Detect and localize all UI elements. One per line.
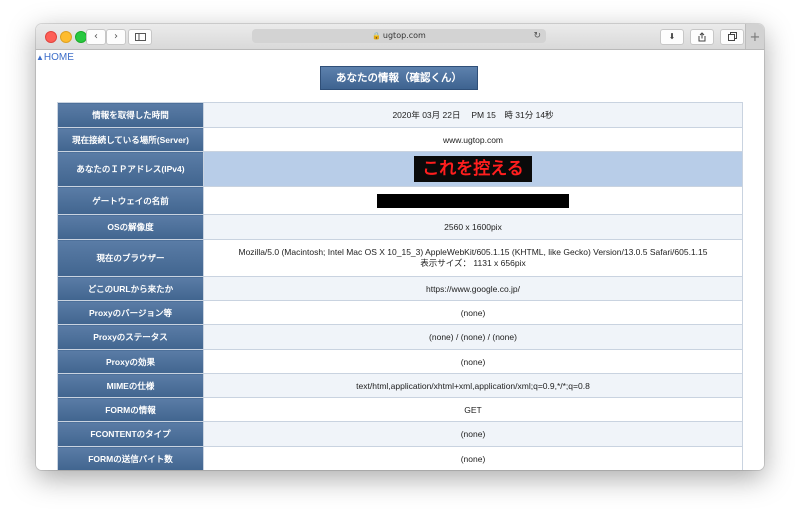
- share-icon: [698, 32, 706, 42]
- back-button[interactable]: ‹: [86, 29, 106, 45]
- row-value: (none): [203, 349, 743, 374]
- row-value: GET: [203, 397, 743, 422]
- redaction-bar: [377, 193, 569, 208]
- triangle-up-icon: ▲: [36, 53, 44, 62]
- minimize-window-button[interactable]: [60, 31, 72, 43]
- table-row: 情報を取得した時間 2020年 03月 22日 PM 15 時 31分 14秒: [57, 102, 743, 128]
- row-label: Proxyのステータス: [57, 324, 204, 350]
- row-value: (none): [203, 300, 743, 325]
- table-row: MIMEの仕様 text/html,application/xhtml+xml,…: [57, 373, 743, 398]
- close-window-button[interactable]: [45, 31, 57, 43]
- table-row: FORMの情報 GET: [57, 397, 743, 422]
- lock-icon: 🔒: [372, 32, 381, 40]
- share-button[interactable]: [690, 29, 714, 45]
- browser-window: ‹ › 🔒 ugtop.com ↻ ⬇ + ▲HOME あなたの情報（確認くん） …: [36, 24, 764, 470]
- ip-annotation: これを控える: [414, 156, 532, 182]
- row-label: あなたのＩＰアドレス(IPv4): [57, 151, 204, 187]
- browser-value-cell: Mozilla/5.0 (Macintosh; Intel Mac OS X 1…: [203, 239, 743, 277]
- sidebar-icon: [134, 33, 146, 41]
- row-label: OSの解像度: [57, 214, 204, 240]
- row-value: (none) / (none) / (none): [203, 324, 743, 350]
- table-row: Proxyのステータス (none) / (none) / (none): [57, 324, 743, 350]
- reload-icon[interactable]: ↻: [533, 29, 541, 43]
- sidebar-button[interactable]: [128, 29, 152, 45]
- table-row: Proxyのバージョン等 (none): [57, 300, 743, 325]
- home-link[interactable]: ▲HOME: [36, 52, 74, 63]
- row-label: ゲートウェイの名前: [57, 186, 204, 215]
- row-value: https://www.google.co.jp/: [203, 276, 743, 301]
- download-icon: ⬇: [668, 32, 676, 41]
- gateway-value-cell: [203, 186, 743, 215]
- tabs-overview-button[interactable]: [720, 29, 744, 45]
- table-row: どこのURLから来たか https://www.google.co.jp/: [57, 276, 743, 301]
- row-value: (none): [203, 446, 743, 470]
- row-value: (none): [203, 421, 743, 447]
- address-bar[interactable]: 🔒 ugtop.com ↻: [252, 29, 546, 43]
- table-row: FCONTENTのタイプ (none): [57, 421, 743, 447]
- row-label: 情報を取得した時間: [57, 102, 204, 128]
- table-row: 現在のブラウザー Mozilla/5.0 (Macintosh; Intel M…: [57, 239, 743, 277]
- row-label: MIMEの仕様: [57, 373, 204, 398]
- row-label: 現在接続している場所(Server): [57, 127, 204, 152]
- row-label: どこのURLから来たか: [57, 276, 204, 301]
- table-row: Proxyの効果 (none): [57, 349, 743, 374]
- table-row-ip: あなたのＩＰアドレス(IPv4) これを控える: [57, 151, 743, 187]
- row-label: FORMの送信バイト数: [57, 446, 204, 470]
- home-link-label: HOME: [43, 52, 74, 63]
- row-label: 現在のブラウザー: [57, 239, 204, 277]
- row-label: FCONTENTのタイプ: [57, 421, 204, 447]
- table-row: ゲートウェイの名前: [57, 186, 743, 215]
- info-table: 情報を取得した時間 2020年 03月 22日 PM 15 時 31分 14秒 …: [57, 102, 743, 470]
- table-row: FORMの送信バイト数 (none): [57, 446, 743, 470]
- row-label: Proxyの効果: [57, 349, 204, 374]
- forward-button[interactable]: ›: [106, 29, 126, 45]
- url-text: ugtop.com: [382, 31, 426, 40]
- title-bar: ‹ › 🔒 ugtop.com ↻ ⬇ +: [36, 24, 764, 50]
- chevron-right-icon: ›: [114, 31, 118, 42]
- row-label: Proxyのバージョン等: [57, 300, 204, 325]
- ip-value-cell: これを控える: [203, 151, 743, 187]
- row-label: FORMの情報: [57, 397, 204, 422]
- download-button[interactable]: ⬇: [660, 29, 684, 45]
- plus-icon: +: [749, 30, 761, 45]
- table-row: 現在接続している場所(Server) www.ugtop.com: [57, 127, 743, 152]
- table-row: OSの解像度 2560 x 1600pix: [57, 214, 743, 240]
- row-value: 2020年 03月 22日 PM 15 時 31分 14秒: [203, 102, 743, 128]
- row-value: Mozilla/5.0 (Macintosh; Intel Mac OS X 1…: [238, 247, 708, 257]
- row-value: 2560 x 1600pix: [203, 214, 743, 240]
- row-value: www.ugtop.com: [203, 127, 743, 152]
- row-value: text/html,application/xhtml+xml,applicat…: [203, 373, 743, 398]
- page-content: ▲HOME あなたの情報（確認くん） 情報を取得した時間 2020年 03月 2…: [36, 50, 764, 470]
- page-title: あなたの情報（確認くん）: [320, 66, 478, 90]
- tabs-icon: [727, 32, 737, 41]
- row-value-2: 表示サイズ： 1131 x 656pix: [420, 258, 526, 268]
- chevron-left-icon: ‹: [94, 31, 98, 42]
- new-tab-button[interactable]: +: [745, 24, 764, 49]
